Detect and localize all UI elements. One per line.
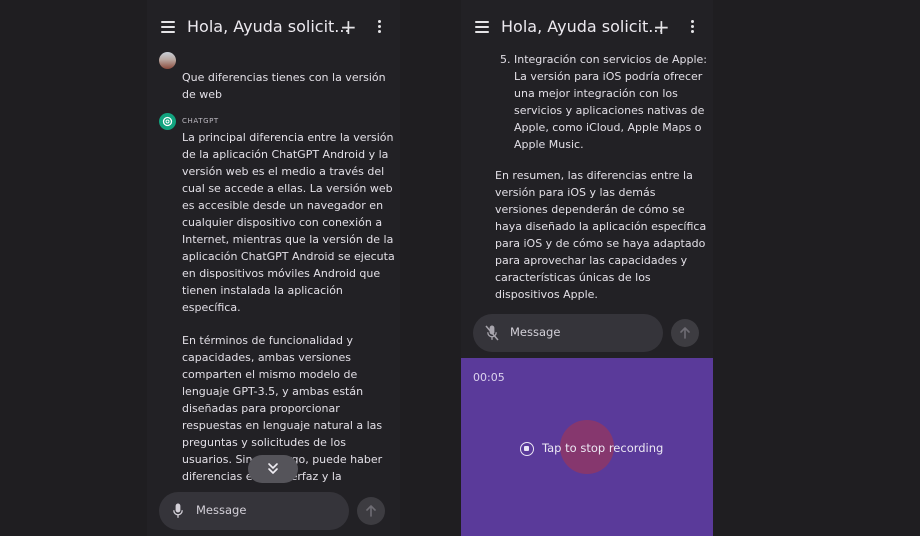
text-line: una mejor integración con los [514, 87, 678, 100]
text-line: En resumen, las diferencias entre la [495, 169, 693, 182]
assistant-message: La principal diferencia entre la versión… [182, 129, 397, 485]
text-line: La principal diferencia entre la versión [182, 131, 394, 144]
text-line: tienen instalada la aplicación [182, 284, 343, 297]
text-line: en dispositivos móviles Android que [182, 267, 381, 280]
text-line: específica. [182, 301, 241, 314]
text-line: capacidades, ambas versiones [182, 351, 352, 364]
new-chat-plus-icon[interactable]: + [653, 17, 670, 37]
text-line: versión web es el medio a través del [182, 165, 385, 178]
text-line: versiones dependerán de cómo se [495, 203, 685, 216]
text-line: diseñadas para proporcionar [182, 402, 340, 415]
text-line: Internet, mientras que la versión de la [182, 233, 394, 246]
text-line: versión para iOS y las demás [495, 186, 656, 199]
text-line: aplicación ChatGPT Android se ejecuta [182, 250, 395, 263]
text-line: Integración con servicios de Apple: [514, 53, 708, 66]
text-line: Apple, como iCloud, Apple Maps o [514, 121, 702, 134]
top-app-bar: Hola, Ayuda solicit... + [461, 0, 713, 54]
text-line: de la aplicación ChatGPT Android y la [182, 148, 389, 161]
message-input[interactable]: Message [159, 492, 349, 530]
text-line: cualquier dispositivo con conexión a [182, 216, 383, 229]
user-avatar [159, 52, 176, 69]
conversation-title: Hola, Ayuda solicit... [501, 17, 664, 36]
assistant-paragraph: La principal diferencia entre la versión… [182, 129, 397, 316]
menu-icon[interactable] [161, 21, 175, 33]
chat-screen-left: Hola, Ayuda solicit... + Que diferencias… [147, 0, 400, 536]
send-button[interactable] [671, 319, 699, 347]
list-number: 5. [500, 53, 511, 66]
text-line: comparten el mismo modelo de [182, 368, 358, 381]
text-line: para aprovechar las capacidades y [495, 254, 688, 267]
chat-screen-right: Hola, Ayuda solicit... + 5. Integración … [461, 0, 713, 536]
message-placeholder: Message [510, 325, 561, 339]
list-item-5: Integración con servicios de Apple: La ve… [514, 51, 713, 153]
assistant-summary: En resumen, las diferencias entre la vers… [495, 167, 713, 303]
text-line: características únicas de los [495, 271, 651, 284]
assistant-name: CHATGPT [182, 117, 219, 125]
chatgpt-logo-icon [159, 113, 176, 130]
message-input[interactable]: Message [473, 314, 663, 352]
more-options-icon[interactable] [377, 20, 381, 34]
message-placeholder: Message [196, 503, 247, 517]
send-button[interactable] [357, 497, 385, 525]
text-line: dispositivos Apple. [495, 288, 598, 301]
double-chevron-down-icon [268, 463, 278, 474]
stop-recording-label: Tap to stop recording [542, 441, 664, 455]
new-chat-plus-icon[interactable]: + [340, 17, 357, 37]
text-line: cual se accede a ellas. La versión web [182, 182, 393, 195]
text-line: para iOS y de cómo se haya adaptado [495, 237, 706, 250]
text-line: es accesible desde un navegador en [182, 199, 384, 212]
user-message: Que diferencias tienes con la versión de… [182, 71, 386, 101]
text-line: lenguaje GPT-3.5, y ambas están [182, 385, 364, 398]
text-line: Apple Music. [514, 138, 584, 151]
scroll-to-bottom-button[interactable] [248, 455, 298, 483]
stop-icon [520, 442, 534, 456]
arrow-up-icon [680, 327, 690, 339]
arrow-up-icon [366, 505, 376, 517]
more-options-icon[interactable] [690, 20, 694, 34]
text-line: servicios y aplicaciones nativas de [514, 104, 705, 117]
menu-icon[interactable] [475, 21, 489, 33]
recording-timer: 00:05 [473, 371, 505, 384]
text-line: haya diseñado la aplicación específica [495, 220, 707, 233]
text-line: En términos de funcionalidad y [182, 334, 353, 347]
microphone-off-icon[interactable] [485, 325, 499, 341]
microphone-icon[interactable] [173, 503, 183, 519]
voice-recorder-panel[interactable]: 00:05 Tap to stop recording [461, 358, 713, 536]
text-line: La versión para iOS podría ofrecer [514, 70, 703, 83]
conversation-title: Hola, Ayuda solicit... [187, 17, 350, 36]
text-line: respuestas en lenguaje natural a las [182, 419, 383, 432]
top-app-bar: Hola, Ayuda solicit... + [147, 0, 400, 54]
text-line: preguntas y solicitudes de los [182, 436, 346, 449]
